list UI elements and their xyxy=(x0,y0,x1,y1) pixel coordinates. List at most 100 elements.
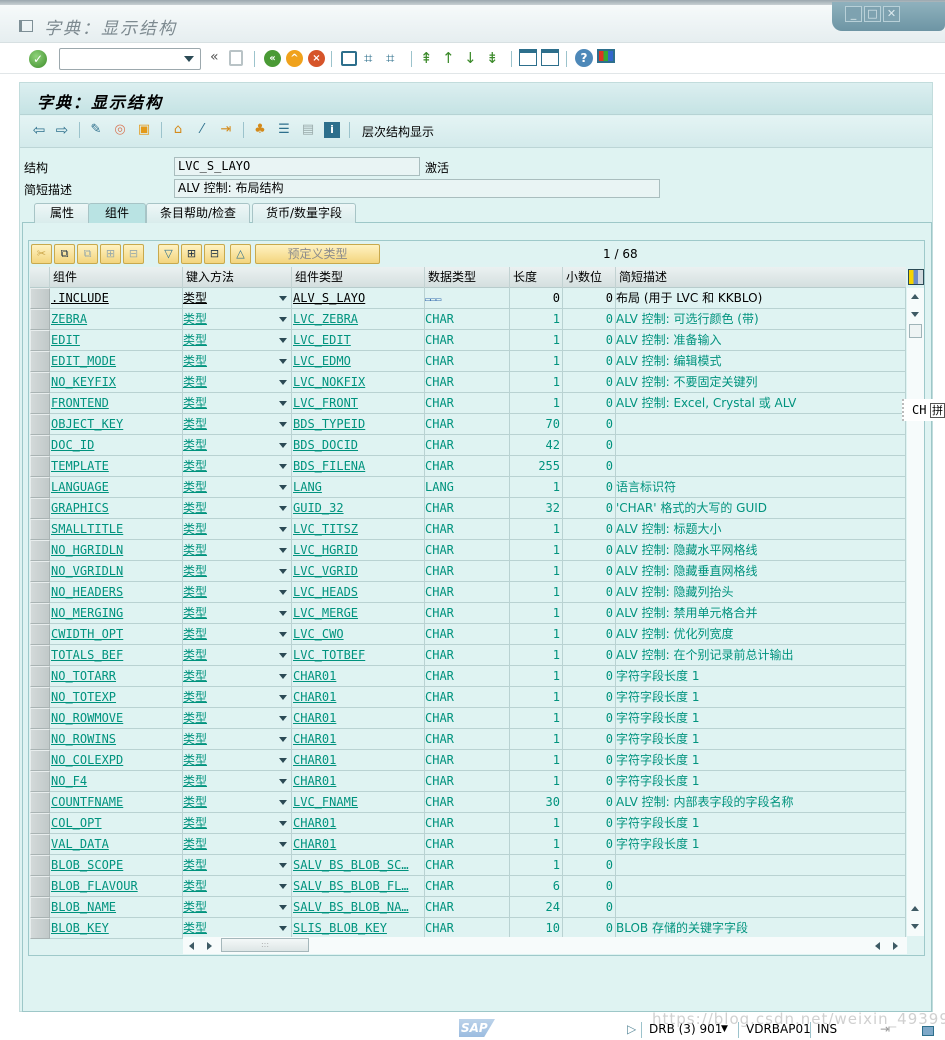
dropdown-arrow-icon[interactable] xyxy=(279,758,287,763)
dropdown-arrow-icon[interactable] xyxy=(279,926,287,931)
row-selector[interactable] xyxy=(30,456,50,477)
magic-wand-icon[interactable]: ⁄ xyxy=(194,122,210,138)
table-row[interactable]: SMALLTITLE 类型 LVC_TITSZ CHAR 1 0 ALV 控制: 标题大小 xyxy=(30,519,906,540)
check-icon[interactable]: ◎ xyxy=(112,122,128,138)
row-selector[interactable] xyxy=(30,750,50,771)
row-selector[interactable] xyxy=(30,771,50,792)
row-selector[interactable] xyxy=(30,729,50,750)
tab-attributes[interactable]: 属性 xyxy=(34,203,90,223)
table-row[interactable]: NO_HEADERS 类型 LVC_HEADS CHAR 1 0 ALV 控制: 隐藏列抬头 xyxy=(30,582,906,603)
table-row[interactable]: NO_ROWMOVE 类型 CHAR01 CHAR 1 0 字符字段长度 1 xyxy=(30,708,906,729)
previous-page-icon[interactable]: ↑ xyxy=(442,49,455,67)
component-type-cell[interactable]: LVC_TOTBEF xyxy=(292,645,425,666)
component-type-cell[interactable]: BDS_FILENA xyxy=(292,456,425,477)
customize-layout-icon[interactable] xyxy=(597,49,615,63)
typing-method-cell[interactable]: 类型 xyxy=(183,456,292,477)
table-row[interactable]: NO_TOTEXP 类型 CHAR01 CHAR 1 0 字符字段长度 1 xyxy=(30,687,906,708)
table-row[interactable]: FRONTEND 类型 LVC_FRONT CHAR 1 0 ALV 控制: Excel, … xyxy=(30,393,906,414)
component-cell[interactable]: BLOB_SCOPE xyxy=(50,855,183,876)
component-cell[interactable]: NO_HEADERS xyxy=(50,582,183,603)
typing-method-cell[interactable]: 类型 xyxy=(183,498,292,519)
component-cell[interactable]: .INCLUDE xyxy=(50,288,183,309)
component-cell[interactable]: NO_F4 xyxy=(50,771,183,792)
display-change-icon[interactable]: ✎ xyxy=(88,122,104,138)
component-cell[interactable]: NO_TOTARR xyxy=(50,666,183,687)
description-field[interactable]: ALV 控制: 布局结构 xyxy=(174,179,660,198)
table-row[interactable]: NO_ROWINS 类型 CHAR01 CHAR 1 0 字符字段长度 1 xyxy=(30,729,906,750)
tab-components[interactable]: 组件 xyxy=(88,203,146,223)
typing-method-cell[interactable]: 类型 xyxy=(183,771,292,792)
dropdown-arrow-icon[interactable] xyxy=(279,317,287,322)
dropdown-arrow-icon[interactable] xyxy=(279,863,287,868)
table-row[interactable]: NO_F4 类型 CHAR01 CHAR 1 0 字符字段长度 1 xyxy=(30,771,906,792)
dropdown-arrow-icon[interactable] xyxy=(279,296,287,301)
column-header-component[interactable]: 组件 xyxy=(50,267,183,288)
dropdown-arrow-icon[interactable] xyxy=(279,422,287,427)
table-row[interactable]: ZEBRA 类型 LVC_ZEBRA CHAR 1 0 ALV 控制: 可选行颜色 (带) xyxy=(30,309,906,330)
typing-method-cell[interactable]: 类型 xyxy=(183,372,292,393)
dropdown-arrow-icon[interactable] xyxy=(279,611,287,616)
typing-method-cell[interactable]: 类型 xyxy=(183,834,292,855)
typing-method-cell[interactable]: 类型 xyxy=(183,477,292,498)
typing-method-cell[interactable]: 类型 xyxy=(183,540,292,561)
row-selector[interactable] xyxy=(30,372,50,393)
column-header-typing-method[interactable]: 键入方法 xyxy=(183,267,292,288)
table-row[interactable]: NO_KEYFIX 类型 LVC_NOKFIX CHAR 1 0 ALV 控制: 不要固定关… xyxy=(30,372,906,393)
component-type-cell[interactable]: LVC_VGRID xyxy=(292,561,425,582)
dropdown-arrow-icon[interactable] xyxy=(279,716,287,721)
component-type-cell[interactable]: CHAR01 xyxy=(292,834,425,855)
back-arrow-icon[interactable]: ⇦ xyxy=(31,122,47,138)
table-row[interactable]: CWIDTH_OPT 类型 LVC_CWO CHAR 1 0 ALV 控制: 优化列宽度 xyxy=(30,624,906,645)
forward-arrow-icon[interactable]: ⇨ xyxy=(54,122,70,138)
hierarchy-icon[interactable]: ♣ xyxy=(252,122,268,138)
scroll-thumb[interactable]: ::: xyxy=(221,938,309,952)
component-type-cell[interactable]: CHAR01 xyxy=(292,666,425,687)
close-button[interactable]: ✕ xyxy=(883,6,900,22)
row-selector[interactable] xyxy=(30,708,50,729)
component-type-cell[interactable]: ALV_S_LAYO xyxy=(292,288,425,309)
dropdown-arrow-icon[interactable] xyxy=(279,737,287,742)
print-icon[interactable] xyxy=(341,51,357,66)
activate-icon[interactable]: ▣ xyxy=(136,122,152,138)
row-selector[interactable] xyxy=(30,288,50,309)
scroll-down-icon[interactable] xyxy=(911,312,919,317)
dropdown-arrow-icon[interactable] xyxy=(279,485,287,490)
typing-method-cell[interactable]: 类型 xyxy=(183,519,292,540)
component-cell[interactable]: OBJECT_KEY xyxy=(50,414,183,435)
component-cell[interactable]: BLOB_KEY xyxy=(50,918,183,939)
dropdown-arrow-icon[interactable] xyxy=(279,401,287,406)
column-settings-icon[interactable] xyxy=(908,269,924,285)
row-selector[interactable] xyxy=(30,330,50,351)
dropdown-arrow-icon[interactable] xyxy=(279,359,287,364)
typing-method-cell[interactable]: 类型 xyxy=(183,624,292,645)
component-type-cell[interactable]: SALV_BS_BLOB_FL… xyxy=(292,876,425,897)
typing-method-cell[interactable]: 类型 xyxy=(183,330,292,351)
dropdown-arrow-icon[interactable] xyxy=(279,695,287,700)
table-row[interactable]: COUNTFNAME 类型 LVC_FNAME CHAR 30 0 ALV 控制: 内部表字… xyxy=(30,792,906,813)
component-type-cell[interactable]: LVC_HGRID xyxy=(292,540,425,561)
typing-method-cell[interactable]: 类型 xyxy=(183,918,292,939)
component-cell[interactable]: EDIT_MODE xyxy=(50,351,183,372)
row-selector[interactable] xyxy=(30,351,50,372)
vertical-scrollbar[interactable] xyxy=(907,288,924,936)
typing-method-cell[interactable]: 类型 xyxy=(183,792,292,813)
compress-icon[interactable]: ⊟ xyxy=(204,244,225,264)
table-row[interactable]: TOTALS_BEF 类型 LVC_TOTBEF CHAR 1 0 ALV 控制: 在个别记… xyxy=(30,645,906,666)
row-selector[interactable] xyxy=(30,855,50,876)
component-cell[interactable]: ZEBRA xyxy=(50,309,183,330)
component-cell[interactable]: NO_ROWMOVE xyxy=(50,708,183,729)
component-cell[interactable]: LANGUAGE xyxy=(50,477,183,498)
component-type-cell[interactable]: LVC_HEADS xyxy=(292,582,425,603)
scroll-up-icon[interactable] xyxy=(911,906,919,911)
table-row[interactable]: EDIT 类型 LVC_EDIT CHAR 1 0 ALV 控制: 准备输入 xyxy=(30,330,906,351)
paste-icon[interactable]: ⧉ xyxy=(77,244,98,264)
typing-method-cell[interactable]: 类型 xyxy=(183,750,292,771)
help-icon[interactable]: ? xyxy=(575,49,593,67)
dropdown-arrow-icon[interactable] xyxy=(279,842,287,847)
command-field[interactable] xyxy=(59,48,201,70)
typing-method-cell[interactable]: 类型 xyxy=(183,645,292,666)
component-cell[interactable]: BLOB_FLAVOUR xyxy=(50,876,183,897)
dropdown-arrow-icon[interactable] xyxy=(279,800,287,805)
enter-icon[interactable]: ✓ xyxy=(29,50,47,68)
last-page-icon[interactable]: ⇟ xyxy=(486,49,499,67)
